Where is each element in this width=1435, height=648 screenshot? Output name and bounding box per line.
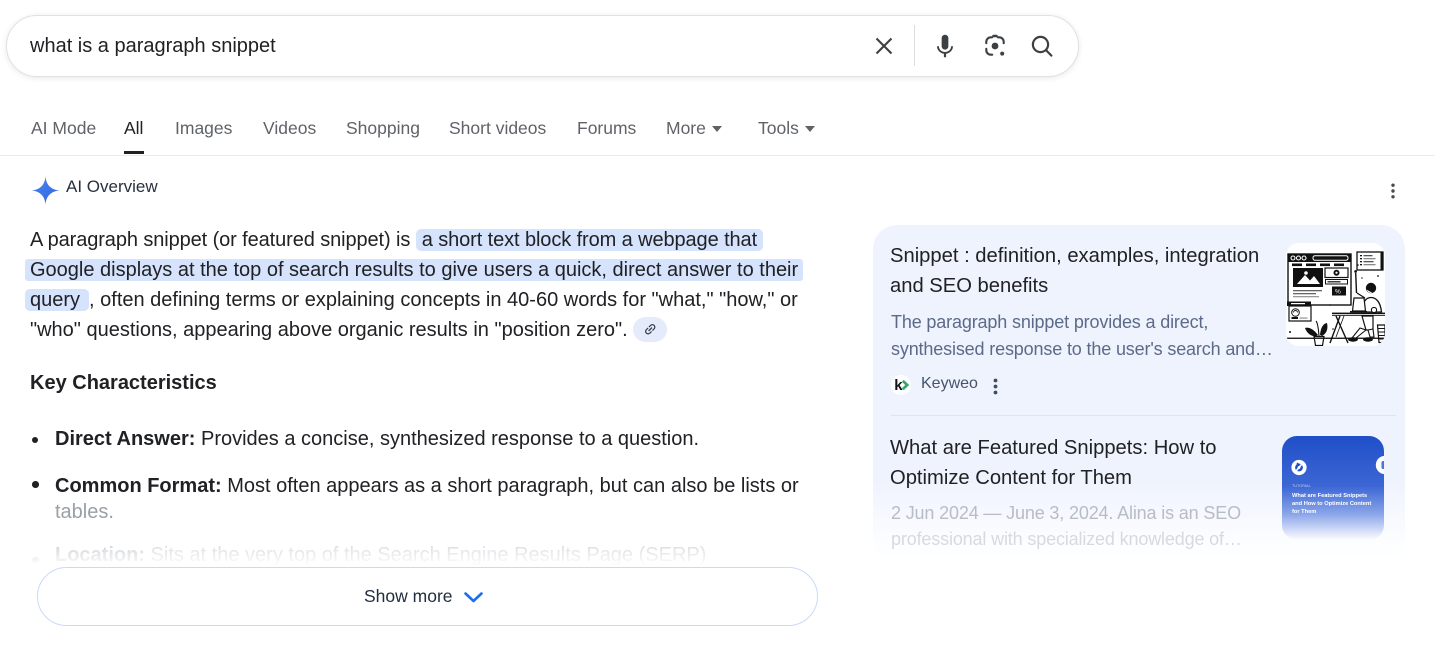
svg-text:for Them: for Them — [1292, 509, 1316, 515]
svg-text:%: % — [1335, 289, 1341, 296]
svg-text:What are Featured Snippets: What are Featured Snippets — [1292, 493, 1367, 499]
svg-text:k: k — [894, 377, 903, 394]
svg-text:TUTORIAL: TUTORIAL — [1292, 484, 1311, 488]
svg-text:and How to Optimize Content: and How to Optimize Content — [1292, 501, 1371, 507]
